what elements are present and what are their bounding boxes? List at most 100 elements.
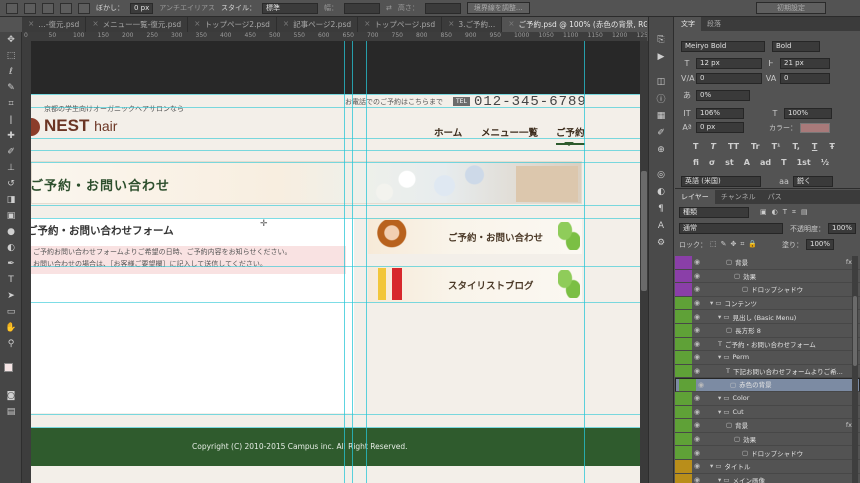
screen-mode-icon[interactable]: ▤ (0, 404, 22, 420)
baseline-shift-input[interactable]: 0 px (696, 122, 744, 133)
stamp-tool-icon[interactable]: ⊥ (0, 160, 22, 176)
foreground-color-swatch[interactable] (4, 363, 13, 372)
vertical-scale-input[interactable]: 106% (696, 108, 744, 119)
new-selection-icon[interactable] (24, 2, 36, 14)
leading-input[interactable]: 21 px (780, 58, 830, 69)
swash-button[interactable]: A (744, 158, 750, 167)
style-select[interactable]: 標準 (262, 2, 318, 14)
faux-bold-button[interactable]: T (693, 142, 698, 151)
strikethrough-button[interactable]: Ŧ (829, 142, 834, 151)
guide-line[interactable] (31, 107, 640, 108)
move-tool-icon[interactable]: ✥ (0, 32, 22, 48)
visibility-eye-icon[interactable]: ◉ (692, 285, 702, 293)
layer-row[interactable]: ◉ ▢ 効果 (675, 432, 860, 447)
layer-row[interactable]: ◉ ▾ ▭ Cut (675, 405, 860, 420)
gradient-tool-icon[interactable]: ▣ (0, 208, 22, 224)
scrollbar-thumb[interactable] (641, 171, 647, 291)
layer-row[interactable]: ◉ ▾ ▭ 見出し (Basic Menu) (675, 310, 860, 324)
guide-line[interactable] (31, 302, 640, 303)
tab-character[interactable]: 文字 (675, 17, 701, 31)
underline-button[interactable]: T (812, 142, 817, 151)
add-selection-icon[interactable] (42, 2, 54, 14)
document-tab[interactable]: × …-復元.psd (22, 17, 87, 32)
horizontal-scale-input[interactable]: 100% (784, 108, 832, 119)
zoom-tool-icon[interactable]: ⚲ (0, 336, 22, 352)
clone-source-panel-icon[interactable]: ⊕ (649, 141, 673, 158)
visibility-eye-icon[interactable]: ◉ (692, 272, 702, 280)
layer-row[interactable]: ◉ ▾ ▭ Perm (675, 351, 860, 365)
height-input[interactable] (424, 2, 461, 14)
info-panel-icon[interactable]: ⓘ (649, 90, 673, 107)
document-tab[interactable]: × トップページ2.psd (188, 17, 277, 32)
ligature-button[interactable]: fi (693, 158, 699, 167)
visibility-eye-icon[interactable]: ◉ (692, 353, 702, 361)
tab-close-icon[interactable]: × (508, 19, 514, 32)
tab-close-icon[interactable]: × (283, 19, 289, 32)
blend-mode-select[interactable]: 通常 (679, 223, 783, 234)
document-tab-active[interactable]: × ご予約.psd @ 100% (赤色の背景, RGB/8) * (502, 17, 647, 32)
guide-line[interactable] (31, 427, 640, 428)
tab-layers[interactable]: レイヤー (675, 190, 715, 204)
font-style-select[interactable]: Bold (772, 41, 820, 52)
visibility-eye-icon[interactable]: ◉ (692, 421, 702, 429)
subscript-button[interactable]: T, (793, 142, 800, 151)
layer-row[interactable]: ◉ T 下記お問い合わせフォームよりご希... (675, 364, 860, 379)
visibility-eye-icon[interactable]: ◉ (692, 313, 702, 321)
superscript-button[interactable]: T¹ (772, 142, 781, 151)
healing-tool-icon[interactable]: ✚ (0, 128, 22, 144)
faux-italic-button[interactable]: T (710, 142, 715, 151)
guide-line[interactable] (31, 162, 640, 163)
eraser-tool-icon[interactable]: ◨ (0, 192, 22, 208)
tab-close-icon[interactable]: × (92, 19, 98, 32)
layer-row[interactable]: ◉ ▾ ▭ メイン画像 (675, 473, 860, 483)
document-canvas[interactable]: 京都の学生向けオーガニックヘアサロンなら NEST hair お電話でのご予約は… (31, 41, 640, 483)
guide-line[interactable] (31, 205, 640, 206)
tab-paths[interactable]: パス (762, 190, 788, 204)
guide-line[interactable] (31, 138, 640, 139)
eyedropper-tool-icon[interactable]: ǀ (0, 112, 22, 128)
paragraph-styles-icon[interactable]: ¶ (649, 200, 673, 217)
layer-row[interactable]: ◉ ▢ ドロップシャドウ (675, 283, 860, 297)
refine-edge-button[interactable]: 境界線を調整... (466, 2, 530, 14)
language-select[interactable]: 英語 (米国) (681, 176, 761, 187)
quick-select-tool-icon[interactable]: ✎ (0, 80, 22, 96)
layer-row[interactable]: ◉ T ご予約・お問い合わせフォーム (675, 337, 860, 352)
tab-close-icon[interactable]: × (364, 19, 370, 32)
quick-mask-icon[interactable]: ◙ (0, 388, 22, 404)
vertical-ruler[interactable] (22, 41, 31, 483)
tab-close-icon[interactable]: × (28, 19, 34, 32)
ordinal-button[interactable]: 1st (797, 158, 811, 167)
layer-row[interactable]: ◉ ▾ ▭ コンテンツ (675, 296, 860, 311)
guide-line[interactable] (31, 94, 640, 95)
tracking-input[interactable]: 0 (780, 73, 830, 84)
adjustments-panel-icon[interactable]: ◫ (649, 73, 673, 90)
font-size-input[interactable]: 12 px (696, 58, 762, 69)
scrollbar-thumb[interactable] (853, 296, 857, 366)
fill-input[interactable]: 100% (806, 239, 835, 250)
marquee-tool-icon[interactable]: ⬚ (0, 48, 22, 64)
tab-close-icon[interactable]: × (448, 19, 454, 32)
visibility-eye-icon[interactable]: ◉ (692, 476, 702, 483)
dodge-tool-icon[interactable]: ◐ (0, 240, 22, 256)
guide-line[interactable] (31, 150, 640, 151)
visibility-eye-icon[interactable]: ◉ (692, 462, 702, 470)
antialias-select[interactable]: 鋭く (793, 176, 833, 187)
tab-close-icon[interactable]: × (194, 19, 200, 32)
guide-line[interactable] (31, 266, 640, 267)
actions-panel-icon[interactable]: ▶ (649, 48, 673, 65)
workspace-select[interactable]: 初期設定 (756, 2, 826, 14)
visibility-eye-icon[interactable]: ◉ (692, 435, 702, 443)
layer-row[interactable]: ◉ ▢ ドロップシャドウ (675, 446, 860, 460)
discretionary-button[interactable]: σ (709, 158, 715, 167)
guide-line[interactable] (31, 218, 640, 219)
brushes-panel-icon[interactable]: ✐ (649, 124, 673, 141)
styles-panel-icon[interactable]: ◎ (649, 166, 673, 183)
lasso-tool-icon[interactable]: ℓ (0, 64, 22, 80)
layers-scrollbar[interactable] (852, 256, 858, 483)
tab-channels[interactable]: チャンネル (715, 190, 762, 204)
document-tab[interactable]: × 記事ページ2.psd (277, 17, 359, 32)
marquee-preset-icon[interactable] (6, 2, 18, 14)
hand-tool-icon[interactable]: ✋ (0, 320, 22, 336)
document-tab[interactable]: × トップページ.psd (358, 17, 443, 32)
document-tab[interactable]: × 3.ご予約... (442, 17, 503, 32)
